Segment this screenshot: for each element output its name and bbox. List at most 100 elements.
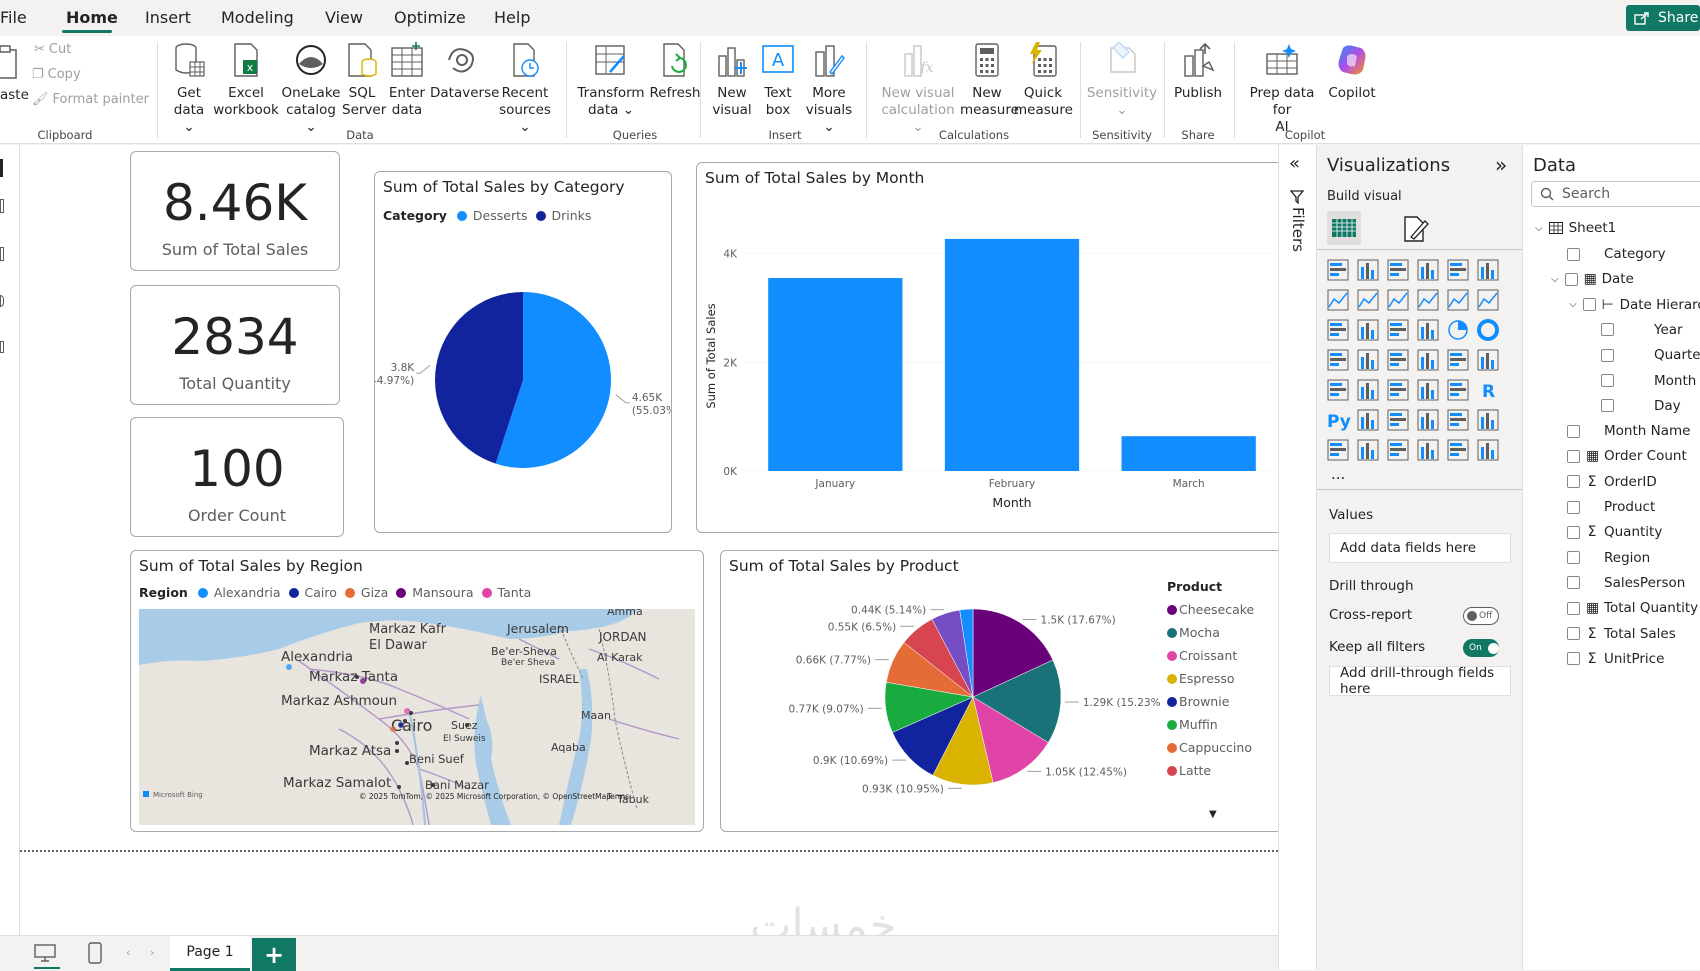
sql-server-button[interactable]: SQL Server — [342, 36, 386, 119]
viz-donut-icon[interactable] — [1477, 319, 1499, 341]
viz-qa-icon[interactable] — [1417, 409, 1439, 431]
viz-filled-map-icon[interactable] — [1387, 349, 1409, 371]
viz-card-icon[interactable] — [1477, 349, 1499, 371]
field-date[interactable]: ⌵ ▦ Date — [1551, 271, 1634, 287]
values-drop-zone[interactable]: Add data fields here — [1329, 533, 1511, 563]
field-checkbox[interactable] — [1567, 500, 1580, 514]
viz-paginated-icon[interactable] — [1327, 439, 1349, 461]
field-checkbox[interactable] — [1601, 374, 1614, 387]
viz-stacked-area-icon[interactable] — [1387, 289, 1409, 311]
viz-trophy-icon[interactable] — [1477, 409, 1499, 431]
refresh-button[interactable]: Refresh — [644, 36, 706, 102]
viz-power-apps-icon[interactable] — [1357, 439, 1379, 461]
viz-area-icon[interactable] — [1357, 289, 1379, 311]
menu-optimize[interactable]: Optimize — [394, 8, 466, 27]
viz-clustered-bar-icon[interactable] — [1387, 259, 1409, 281]
collapse-chevron-icon[interactable]: ⌵ — [1569, 299, 1577, 310]
dax-view-icon[interactable] — [0, 295, 4, 307]
get-data-button[interactable]: Get data ⌄ — [166, 36, 212, 136]
field-checkbox[interactable] — [1567, 576, 1580, 590]
map-bubble[interactable] — [398, 722, 404, 728]
field-product[interactable]: Product — [1567, 499, 1655, 515]
bar-february[interactable] — [944, 238, 1080, 471]
field-checkbox[interactable] — [1567, 627, 1580, 640]
collapse-chevron-icon[interactable]: ⌵ — [1551, 274, 1559, 285]
field-checkbox[interactable] — [1601, 323, 1614, 337]
viz-map-icon[interactable] — [1357, 349, 1379, 371]
field-checkbox[interactable] — [1567, 424, 1580, 438]
menu-modeling[interactable]: Modeling — [221, 8, 294, 27]
bar-january[interactable] — [768, 278, 903, 471]
menu-help[interactable]: Help — [494, 8, 530, 27]
keep-filters-toggle[interactable]: On — [1463, 639, 1499, 657]
legend-item-latte[interactable]: Latte — [1167, 759, 1279, 782]
copy-button[interactable]: ❐ Copy — [32, 67, 81, 82]
menu-view[interactable]: View — [325, 8, 363, 27]
sensitivity-button[interactable]: Sensitivity ⌄ — [1086, 36, 1158, 119]
field-year[interactable]: Year — [1601, 322, 1683, 338]
field-checkbox[interactable] — [1567, 475, 1580, 489]
cut-button[interactable]: ✂ Cut — [34, 42, 71, 57]
legend-item-cappuccino[interactable]: Cappuccino — [1167, 736, 1279, 759]
viz-diamond-icon[interactable] — [1447, 439, 1469, 461]
legend-item-muffin[interactable]: Muffin — [1167, 713, 1279, 736]
prev-page-icon[interactable]: ‹ — [126, 946, 130, 959]
viz-power-automate-icon[interactable] — [1387, 439, 1409, 461]
recent-sources-button[interactable]: Recent sources ⌄ — [494, 36, 556, 136]
map-bubble[interactable] — [360, 678, 366, 684]
field-region[interactable]: Region — [1567, 550, 1650, 566]
legend-item-giza[interactable]: Giza — [361, 585, 388, 600]
build-visual-tab[interactable] — [1327, 211, 1361, 245]
table-view-icon[interactable] — [0, 199, 4, 213]
paste-button[interactable]: aste — [0, 36, 29, 104]
legend-item-espresso[interactable]: Espresso — [1167, 667, 1279, 690]
menu-file[interactable]: File — [0, 8, 27, 27]
format-visual-icon[interactable] — [1401, 215, 1429, 243]
product-pie-chart[interactable]: Sum of Total Sales by Product 1.5K (17.6… — [720, 550, 1284, 832]
viz-treemap-icon[interactable] — [1327, 349, 1349, 371]
field-checkbox[interactable] — [1601, 348, 1614, 362]
field-unitprice[interactable]: Σ UnitPrice — [1567, 651, 1664, 667]
excel-workbook-button[interactable]: x Excel workbook — [212, 36, 280, 119]
menu-home[interactable]: Home — [66, 8, 118, 27]
onelake-catalog-button[interactable]: OneLake catalog ⌄ — [280, 36, 342, 136]
legend-item-brownie[interactable]: Brownie — [1167, 690, 1279, 713]
menu-insert[interactable]: Insert — [145, 8, 191, 27]
field-date-hierarchy[interactable]: ⌵ ⊢ Date Hierarchy — [1569, 297, 1700, 313]
viz-funnel-icon[interactable] — [1387, 319, 1409, 341]
field-checkbox[interactable] — [1567, 247, 1580, 261]
new-measure-button[interactable]: New measure — [960, 36, 1019, 119]
map-bubble[interactable] — [390, 726, 396, 732]
report-view-icon[interactable] — [0, 159, 3, 177]
model-view-icon[interactable] — [0, 247, 4, 261]
field-checkbox[interactable] — [1567, 551, 1580, 565]
field-checkbox[interactable] — [1567, 449, 1580, 463]
viz-100-bar-icon[interactable] — [1447, 259, 1469, 281]
next-page-icon[interactable]: › — [150, 946, 154, 959]
legend-scroll-down-icon[interactable]: ▼ — [1209, 809, 1217, 820]
copilot-button[interactable]: Copilot — [1322, 36, 1382, 102]
viz-pie-icon[interactable] — [1448, 320, 1468, 340]
viz-gauge-icon[interactable] — [1447, 349, 1469, 371]
legend-item-mansoura[interactable]: Mansoura — [412, 585, 473, 600]
page-tab-1[interactable]: Page 1 — [170, 936, 250, 971]
filters-pane-collapsed[interactable]: « Filters — [1278, 145, 1316, 970]
viz-ribbon-icon[interactable] — [1327, 319, 1349, 341]
visual-type-gallery[interactable]: R Py — [1323, 251, 1523, 481]
add-page-button[interactable]: + — [252, 938, 296, 971]
viz-clustered-column-icon[interactable] — [1417, 259, 1439, 281]
kpi-card-total-quantity[interactable]: 2834 Total Quantity — [130, 285, 340, 405]
field-checkbox[interactable] — [1567, 652, 1580, 666]
legend-item-alexandria[interactable]: Alexandria — [214, 585, 281, 600]
legend-item-tanta[interactable]: Tanta — [498, 585, 532, 600]
field-month-name[interactable]: Month Name — [1567, 423, 1690, 439]
field-total-quantity[interactable]: ▦ Total Quantity — [1567, 600, 1698, 616]
kpi-card-order-count[interactable]: 100 Order Count — [130, 417, 344, 537]
new-visual-calculation-button[interactable]: fx New visual calculation ⌄ — [876, 36, 960, 136]
enter-data-button[interactable]: Enter data — [384, 36, 430, 119]
data-search-box[interactable]: Search — [1531, 181, 1700, 207]
viz-line-clustered-icon[interactable] — [1477, 289, 1499, 311]
publish-button[interactable]: Publish — [1170, 36, 1226, 102]
viz-key-influencers-icon[interactable] — [1357, 409, 1379, 431]
legend-item-mocha[interactable]: Mocha — [1167, 621, 1279, 644]
